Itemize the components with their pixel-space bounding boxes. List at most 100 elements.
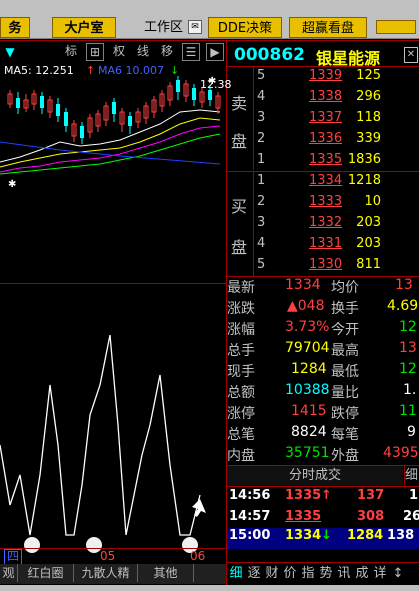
chart-next-icon[interactable]: ▶ (206, 43, 224, 61)
indicator-chart[interactable] (0, 285, 226, 547)
stock-code: 000862 (234, 45, 305, 65)
price-value: 1337 (309, 110, 343, 125)
quote-label: 涨停 (227, 406, 255, 422)
trade-volume: 308 (357, 509, 385, 524)
sell-row-3[interactable]: 3 1337 118 (253, 110, 419, 130)
tab-tick[interactable]: 逐 (245, 564, 263, 584)
quote-row: 现手 1284 最低 12 (227, 361, 419, 382)
cursor-icon (192, 499, 206, 517)
quote-label: 总笔 (227, 427, 255, 443)
ma60-line (0, 141, 221, 165)
tab-news[interactable]: 讯 (335, 564, 353, 584)
dde-button[interactable]: DDE决策 (208, 17, 282, 38)
quote-value: ▲048 (287, 298, 325, 314)
quote-value: 10388 (285, 382, 330, 398)
level-label: 3 (257, 215, 266, 230)
tab-detail[interactable]: 细 (227, 564, 245, 584)
chaoying-button[interactable]: 超赢看盘 (289, 17, 367, 38)
quote-label: 涨跌 (227, 301, 255, 317)
kline-chart[interactable]: ✱ ✱ (0, 62, 226, 284)
volume-value: 10 (364, 194, 381, 209)
quote-value: 1. (403, 382, 417, 398)
close-icon[interactable]: ✕ (404, 47, 418, 63)
service-button[interactable]: 务 (0, 17, 30, 38)
volume-value: 1836 (347, 152, 381, 167)
trade-time: 15:00 (229, 528, 271, 543)
quote-value: 1284 (291, 361, 327, 377)
tool-move[interactable]: 移 (158, 43, 176, 61)
buy-row-5[interactable]: 5 1330 811 (253, 257, 419, 277)
quote-label: 量比 (331, 385, 359, 401)
quote-label: 最新 (227, 280, 255, 296)
sell-row-5[interactable]: 5 1339 125 (253, 68, 419, 88)
tab-index[interactable]: 指 (299, 564, 317, 584)
quote-label: 每笔 (331, 427, 359, 443)
price-value: 1338 (309, 89, 343, 104)
tool-grid[interactable]: ⊞ (86, 43, 104, 61)
tool-lines[interactable]: 线 (134, 43, 152, 61)
sell-row-2[interactable]: 2 1336 339 (253, 131, 419, 151)
level-label: 1 (257, 152, 266, 167)
tab-view[interactable]: 观 (0, 564, 18, 582)
buy-row-1[interactable]: 1 1334 1218 (253, 173, 419, 193)
tool-rights[interactable]: 权 (110, 43, 128, 61)
dahushi-button[interactable]: 大户室 (52, 17, 116, 38)
candles (7, 76, 221, 144)
quote-value: 13 (395, 277, 413, 293)
quote-value: 3.73% (285, 319, 330, 335)
volume-value: 1218 (347, 173, 381, 188)
star-marker-icon-2: ✱ (208, 76, 216, 87)
quote-label: 换手 (331, 301, 359, 317)
price-value: 1339 (309, 68, 343, 83)
star-marker-icon: ✱ (8, 179, 16, 190)
tool-mark[interactable]: 标 (62, 43, 80, 61)
trade-price: 1335 (285, 509, 322, 524)
quote-value: 12 (399, 361, 417, 377)
quote-value: 12 (399, 319, 417, 335)
level-label: 4 (257, 89, 266, 104)
tab-retail-elite[interactable]: 九散人精 (74, 564, 138, 582)
panel-line-6 (227, 562, 419, 563)
tab-xiang[interactable]: 详 (371, 564, 389, 584)
scroll-icon[interactable]: ↕ (389, 564, 407, 584)
buy-row-2[interactable]: 2 1333 10 (253, 194, 419, 214)
workspace-label[interactable]: 工作区 (144, 17, 183, 38)
tab-trend[interactable]: 势 (317, 564, 335, 584)
quote-label: 均价 (331, 280, 359, 296)
trades-header[interactable]: 分时成交 (227, 466, 403, 486)
chart-separator (0, 283, 226, 284)
level-label: 5 (257, 68, 266, 83)
buy-row-4[interactable]: 4 1331 203 (253, 236, 419, 256)
trade-row-selected[interactable]: 15:00 1334 ↓ 1284 138 (227, 528, 419, 549)
ma5-line (0, 109, 221, 163)
buy-row-3[interactable]: 3 1332 203 (253, 215, 419, 235)
trades-detail-tab[interactable]: 细 (404, 466, 419, 486)
tool-layout[interactable]: ☰ (182, 43, 200, 61)
trade-time: 14:56 (229, 488, 271, 503)
tab-cheng[interactable]: 成 (353, 564, 371, 584)
tab-other[interactable]: 其他 (138, 564, 194, 582)
more-button[interactable] (376, 20, 416, 34)
trade-volume: 1284 (347, 528, 384, 543)
timeline-label-period[interactable]: 四 (4, 549, 23, 565)
price-value: 1336 (309, 131, 343, 146)
quote-value: 8824 (291, 424, 327, 440)
trade-row[interactable]: 14:56 1335 ↑ 137 1 (227, 488, 419, 509)
sell-row-1[interactable]: 1 1335 1836 (253, 152, 419, 172)
price-value: 1332 (309, 215, 343, 230)
mail-icon[interactable]: ✉ (188, 20, 202, 34)
trade-row[interactable]: 14:57 1335 308 26 (227, 509, 419, 530)
quote-label: 今开 (331, 322, 359, 338)
tab-price[interactable]: 价 (281, 564, 299, 584)
price-value: 1335 (309, 152, 343, 167)
tab-finance[interactable]: 财 (263, 564, 281, 584)
quote-label: 内盘 (227, 448, 255, 464)
tab-red-white-circle[interactable]: 红白圈 (18, 564, 74, 582)
chart-menu-icon[interactable]: ▼ (0, 42, 20, 62)
quote-value: 11 (399, 403, 417, 419)
indicator-line (0, 334, 201, 536)
sell-row-4[interactable]: 4 1338 296 (253, 89, 419, 109)
trade-volume: 137 (357, 488, 385, 503)
quote-label: 跌停 (331, 406, 359, 422)
price-value: 1334 (309, 173, 343, 188)
